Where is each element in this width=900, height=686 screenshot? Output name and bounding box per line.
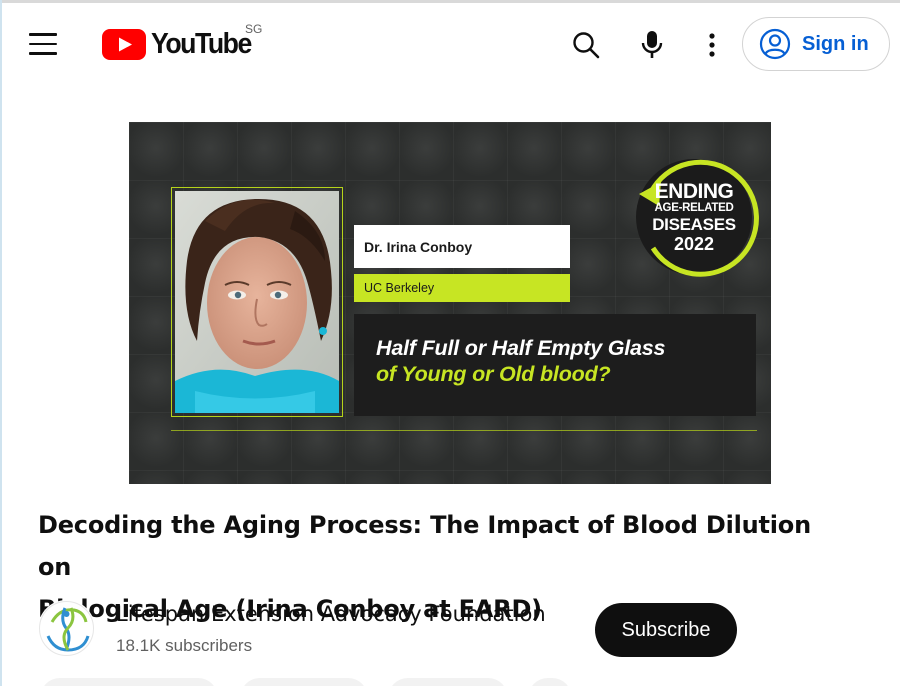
action-chip[interactable] (240, 678, 368, 686)
affiliation-card: UC Berkeley (354, 274, 570, 302)
thumbnail-divider (171, 430, 757, 431)
talk-title-card: Half Full or Half Empty Glass of Young o… (354, 314, 756, 416)
youtube-logo[interactable]: YouTube (102, 27, 260, 61)
action-chip[interactable] (388, 678, 508, 686)
video-title-line1: Decoding the Aging Process: The Impact o… (38, 511, 811, 581)
menu-bar (29, 42, 57, 46)
menu-bar (29, 52, 57, 55)
speaker-photo-frame (171, 187, 343, 417)
badge-line4: 2022 (673, 233, 715, 254)
menu-bar (29, 33, 57, 36)
action-chip[interactable] (528, 678, 572, 686)
channel-row: Lifespan Extension Advocacy Foundation 1… (38, 600, 798, 660)
channel-name[interactable]: Lifespan Extension Advocacy Foundation (116, 602, 546, 626)
talk-title-line2: of Young or Old blood? (376, 362, 611, 386)
speaker-photo (175, 191, 339, 413)
action-chips (38, 678, 598, 686)
search-icon[interactable] (566, 25, 606, 65)
badge-line1: ENDING (654, 180, 734, 204)
sign-in-button[interactable]: Sign in (742, 17, 890, 71)
microphone-icon-glyph (641, 31, 663, 58)
badge-text: ENDING AGE-RELATED DISEASES 2022 (629, 152, 759, 282)
speaker-portrait (175, 191, 339, 413)
talk-title-line1: Half Full or Half Empty Glass (376, 336, 666, 360)
account-circle-icon (759, 28, 791, 60)
search-icon-glyph (573, 32, 600, 59)
video-thumbnail[interactable]: Dr. Irina Conboy UC Berkeley Half Full o… (129, 122, 771, 484)
action-chip[interactable] (40, 678, 218, 686)
more-vert-icon-glyph (709, 33, 715, 57)
hamburger-menu-icon[interactable] (22, 25, 64, 63)
youtube-wordmark: YouTube (151, 27, 252, 60)
subscribe-button[interactable]: Subscribe (595, 603, 737, 657)
subscriber-count: 18.1K subscribers (116, 636, 253, 655)
more-vert-icon[interactable] (692, 25, 732, 65)
microphone-icon[interactable] (632, 25, 672, 65)
youtube-play-icon (102, 28, 146, 60)
channel-logo-icon (39, 601, 94, 656)
event-badge: ENDING AGE-RELATED DISEASES 2022 (629, 152, 759, 282)
country-code: SG (245, 22, 263, 36)
speaker-name-card: Dr. Irina Conboy (354, 225, 570, 268)
badge-line2: AGE-RELATED (654, 202, 734, 215)
badge-line3: DISEASES (652, 214, 736, 234)
channel-avatar[interactable] (38, 600, 95, 657)
left-border (0, 0, 2, 686)
sign-in-label: Sign in (802, 32, 869, 55)
masthead: YouTube SG Sign in (0, 3, 900, 83)
